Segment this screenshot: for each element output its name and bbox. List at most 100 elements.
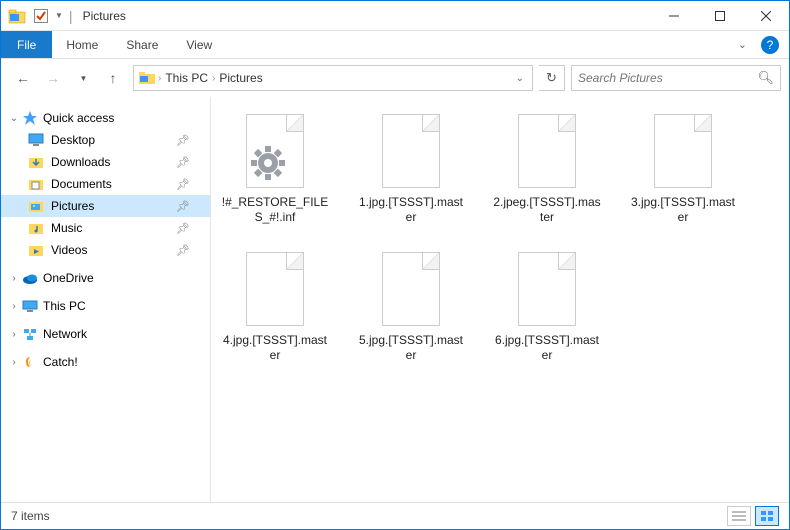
catch-icon — [21, 354, 39, 370]
downloads-icon — [27, 154, 45, 170]
sidebar-item-videos[interactable]: Videos 📌︎ — [1, 239, 210, 261]
navbar: ← → ▼ ↑ › This PC › Pictures ⌄ ↻ 🔍︎ — [1, 59, 789, 97]
ribbon: File Home Share View ⌄ ? — [1, 31, 789, 59]
details-view-button[interactable] — [727, 506, 751, 526]
breadcrumb-thispc[interactable]: This PC — [161, 71, 212, 85]
desktop-icon — [27, 132, 45, 148]
expand-icon[interactable]: › — [7, 301, 21, 312]
file-item[interactable]: 6.jpg.[TSSST].master — [493, 249, 601, 363]
ribbon-expand-icon[interactable]: ⌄ — [728, 31, 757, 58]
file-tab[interactable]: File — [1, 31, 52, 58]
sidebar-item-this pc[interactable]: › This PC — [1, 295, 210, 317]
file-icon — [648, 111, 718, 191]
file-icon — [512, 249, 582, 329]
breadcrumb-pictures[interactable]: Pictures — [215, 71, 266, 85]
file-icon — [512, 111, 582, 191]
icons-view-button[interactable] — [755, 506, 779, 526]
minimize-button[interactable] — [651, 1, 697, 31]
sidebar-item-music[interactable]: Music 📌︎ — [1, 217, 210, 239]
onedrive-icon — [21, 270, 39, 286]
file-icon — [376, 111, 446, 191]
recent-locations-button[interactable]: ▼ — [69, 64, 97, 92]
back-button[interactable]: ← — [9, 64, 37, 92]
file-name: !#_RESTORE_FILES_#!.inf — [221, 195, 329, 225]
item-count: 7 items — [11, 509, 50, 523]
sidebar-item-label: OneDrive — [43, 271, 94, 285]
file-name: 4.jpg.[TSSST].master — [221, 333, 329, 363]
sidebar-item-label: Documents — [51, 177, 112, 191]
sidebar-item-label: Desktop — [51, 133, 95, 147]
address-bar[interactable]: › This PC › Pictures ⌄ — [133, 65, 533, 91]
file-item[interactable]: 4.jpg.[TSSST].master — [221, 249, 329, 363]
quick-access-header[interactable]: ⌄ Quick access — [1, 107, 210, 129]
content-area[interactable]: !#_RESTORE_FILES_#!.inf 1.jpg.[TSSST].mas… — [211, 97, 789, 502]
sidebar-item-onedrive[interactable]: › OneDrive — [1, 267, 210, 289]
star-icon — [21, 110, 39, 126]
qat-dropdown-icon[interactable]: ▼ — [55, 11, 63, 20]
sidebar-item-label: Downloads — [51, 155, 110, 169]
checkbox-icon[interactable] — [31, 6, 51, 26]
tab-view[interactable]: View — [172, 31, 226, 58]
sidebar-item-label: Pictures — [51, 199, 94, 213]
sidebar-item-catch![interactable]: › Catch! — [1, 351, 210, 373]
address-dropdown-icon[interactable]: ⌄ — [512, 73, 528, 84]
sidebar-item-downloads[interactable]: Downloads 📌︎ — [1, 151, 210, 173]
file-item[interactable]: 2.jpeg.[TSSST].master — [493, 111, 601, 225]
tab-home[interactable]: Home — [52, 31, 112, 58]
sidebar-item-label: Music — [51, 221, 82, 235]
file-name: 3.jpg.[TSSST].master — [629, 195, 737, 225]
pin-icon: 📌︎ — [176, 200, 190, 213]
file-name: 5.jpg.[TSSST].master — [357, 333, 465, 363]
search-icon[interactable]: 🔍︎ — [757, 70, 774, 86]
sidebar-item-desktop[interactable]: Desktop 📌︎ — [1, 129, 210, 151]
collapse-icon[interactable]: ⌄ — [7, 113, 21, 124]
expand-icon[interactable]: › — [7, 329, 21, 340]
pin-icon: 📌︎ — [176, 156, 190, 169]
tab-share[interactable]: Share — [112, 31, 172, 58]
titlebar-divider: | — [69, 8, 73, 24]
thispc-icon — [21, 298, 39, 314]
status-bar: 7 items — [1, 502, 789, 528]
sidebar-item-label: Videos — [51, 243, 87, 257]
forward-button[interactable]: → — [39, 64, 67, 92]
close-button[interactable] — [743, 1, 789, 31]
documents-icon — [27, 176, 45, 192]
sidebar-item-pictures[interactable]: Pictures 📌︎ — [1, 195, 210, 217]
sidebar-item-label: This PC — [43, 299, 86, 313]
file-name: 2.jpeg.[TSSST].master — [493, 195, 601, 225]
quick-access-toolbar: ▼ — [7, 6, 63, 26]
folder-icon — [138, 69, 156, 87]
maximize-button[interactable] — [697, 1, 743, 31]
sidebar-item-label: Network — [43, 327, 87, 341]
pin-icon: 📌︎ — [176, 178, 190, 191]
pictures-icon — [27, 198, 45, 214]
sidebar-item-network[interactable]: › Network — [1, 323, 210, 345]
file-icon — [240, 111, 310, 191]
network-icon — [21, 326, 39, 342]
titlebar: ▼ | Pictures — [1, 1, 789, 31]
search-input[interactable] — [578, 71, 757, 85]
refresh-button[interactable]: ↻ — [539, 65, 565, 91]
file-item[interactable]: !#_RESTORE_FILES_#!.inf — [221, 111, 329, 225]
window-title: Pictures — [83, 9, 126, 23]
file-name: 6.jpg.[TSSST].master — [493, 333, 601, 363]
explorer-icon — [7, 6, 27, 26]
videos-icon — [27, 242, 45, 258]
music-icon — [27, 220, 45, 236]
expand-icon[interactable]: › — [7, 357, 21, 368]
up-button[interactable]: ↑ — [99, 64, 127, 92]
file-item[interactable]: 3.jpg.[TSSST].master — [629, 111, 737, 225]
quick-access-label: Quick access — [43, 111, 114, 125]
file-item[interactable]: 5.jpg.[TSSST].master — [357, 249, 465, 363]
file-icon — [240, 249, 310, 329]
search-box[interactable]: 🔍︎ — [571, 65, 781, 91]
sidebar-item-documents[interactable]: Documents 📌︎ — [1, 173, 210, 195]
file-item[interactable]: 1.jpg.[TSSST].master — [357, 111, 465, 225]
sidebar-item-label: Catch! — [43, 355, 78, 369]
pin-icon: 📌︎ — [176, 134, 190, 147]
navigation-pane: ⌄ Quick access Desktop📌︎Downloads📌︎Docum… — [1, 97, 211, 502]
pin-icon: 📌︎ — [176, 222, 190, 235]
help-button[interactable]: ? — [761, 36, 779, 54]
expand-icon[interactable]: › — [7, 273, 21, 284]
pin-icon: 📌︎ — [176, 244, 190, 257]
